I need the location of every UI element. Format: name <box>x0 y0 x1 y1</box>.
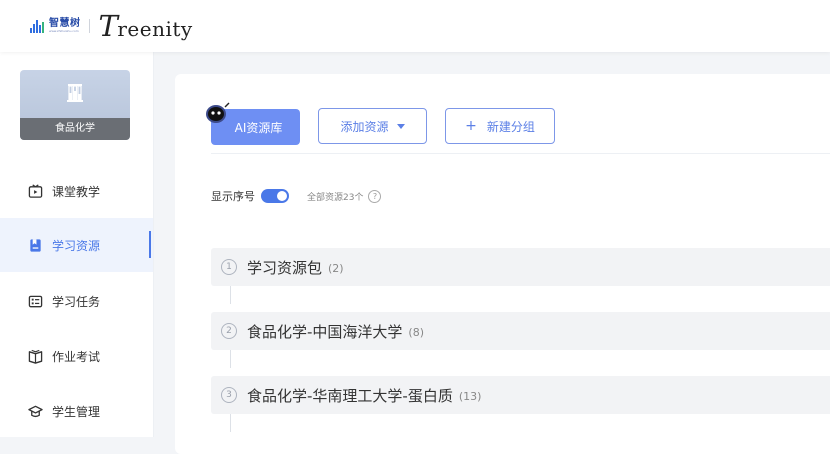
book-icon <box>28 349 43 364</box>
sidebar-item-students[interactable]: 学生管理 <box>0 384 153 438</box>
tree-connector <box>230 350 231 368</box>
sidebar-item-tasks[interactable]: 学习任务 <box>0 274 153 328</box>
ai-library-label: AI资源库 <box>234 120 283 135</box>
sidebar-item-label: 作业考试 <box>52 349 101 364</box>
logo-text: 智慧树 www.zhihuishu.com <box>49 19 81 33</box>
toolbar-divider <box>211 153 830 154</box>
sidebar-item-label: 学生管理 <box>52 404 101 419</box>
add-resource-label: 添加资源 <box>340 119 389 134</box>
resource-panel: AI资源库 添加资源 + 新建分组 显示序号 全部资源23个 ? 1 学习资源包… <box>175 74 830 454</box>
show-order-toggle[interactable] <box>261 189 289 203</box>
resource-group[interactable]: 1 学习资源包 (2) <box>211 248 830 286</box>
tree-connector <box>230 414 231 432</box>
course-card[interactable]: 食品化学 <box>20 70 130 140</box>
group-count: (13) <box>458 389 482 403</box>
group-count: (2) <box>328 261 344 275</box>
logo-bars-icon <box>30 19 45 33</box>
lab-beaker-icon <box>67 84 83 102</box>
new-group-label: 新建分组 <box>486 119 535 134</box>
sidebar-item-label: 学习资源 <box>52 238 101 253</box>
resource-group[interactable]: 2 食品化学-中国海洋大学 (8) <box>211 312 830 350</box>
brand-name: Treenity <box>99 9 193 43</box>
total-resources-text: 全部资源23个 <box>307 192 364 203</box>
group-number: 3 <box>221 387 237 403</box>
show-order-row: 显示序号 全部资源23个 ? <box>211 187 382 205</box>
group-title: 食品化学-华南理工大学-蛋白质 <box>247 386 453 405</box>
tree-connector <box>230 286 231 304</box>
new-group-button[interactable]: + 新建分组 <box>445 108 555 144</box>
brand-rest: reenity <box>117 17 193 41</box>
show-order-label: 显示序号 <box>211 190 255 203</box>
add-resource-button[interactable]: 添加资源 <box>318 108 427 144</box>
logo-divider <box>88 19 90 33</box>
graduation-cap-icon <box>28 405 43 417</box>
logo-cn-name: 智慧树 <box>49 18 81 29</box>
caret-down-icon <box>396 123 405 129</box>
course-name: 食品化学 <box>20 118 130 140</box>
bookmark-icon <box>30 238 41 252</box>
logo-url: www.zhihuishu.com <box>49 29 79 33</box>
sidebar-item-homework[interactable]: 作业考试 <box>0 329 153 383</box>
total-resources: 全部资源23个 ? <box>307 189 382 203</box>
help-icon[interactable]: ? <box>368 189 382 203</box>
top-header: 智慧树 www.zhihuishu.com Treenity <box>0 0 830 52</box>
sidebar-item-label: 学习任务 <box>52 294 101 309</box>
group-title: 食品化学-中国海洋大学 <box>247 322 403 341</box>
sidebar-item-classroom[interactable]: 课堂教学 <box>0 164 153 218</box>
tv-icon <box>28 183 43 198</box>
sidebar: 食品化学 课堂教学 学习资源 学习任务 作业考试 学生管理 <box>0 52 154 437</box>
logo[interactable]: 智慧树 www.zhihuishu.com Treenity <box>30 9 193 43</box>
sidebar-item-label: 课堂教学 <box>52 184 101 199</box>
group-title: 学习资源包 <box>247 258 323 277</box>
robot-icon <box>206 102 230 123</box>
group-number: 2 <box>221 323 237 339</box>
brand-initial: T <box>98 9 119 43</box>
sidebar-item-resources[interactable]: 学习资源 <box>0 218 153 272</box>
group-number: 1 <box>221 259 237 275</box>
group-count: (8) <box>408 325 425 339</box>
plus-icon: + <box>465 118 477 134</box>
resource-group[interactable]: 3 食品化学-华南理工大学-蛋白质 (13) <box>211 376 830 414</box>
task-list-icon <box>28 295 43 307</box>
